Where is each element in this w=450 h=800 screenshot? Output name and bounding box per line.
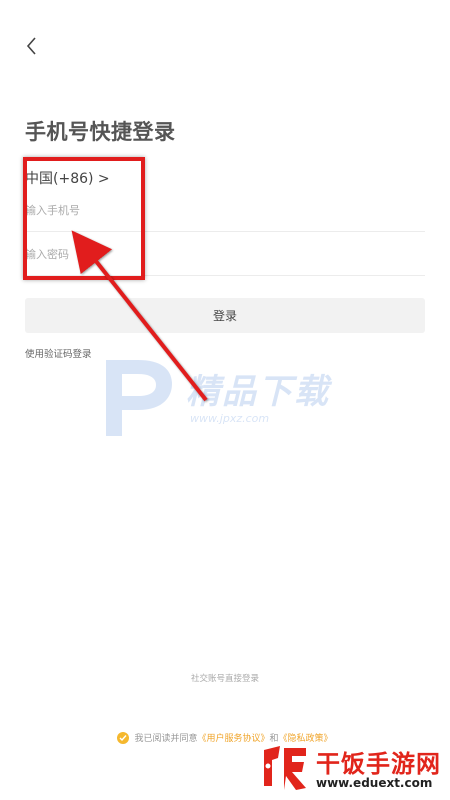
back-button[interactable] xyxy=(18,32,46,60)
login-button[interactable]: 登录 xyxy=(25,298,425,333)
agreement-prefix: 我已阅读并同意 xyxy=(134,734,198,744)
annotation-box xyxy=(23,157,145,280)
site-watermark: 干饭手游网 www.eduext.com xyxy=(258,740,448,798)
site-url: www.eduext.com xyxy=(316,776,433,790)
page-title: 手机号快捷登录 xyxy=(25,120,176,144)
agreement-checkbox[interactable] xyxy=(117,731,130,744)
watermark-url: www.jpxz.com xyxy=(190,412,270,425)
watermark-name: 精品下载 xyxy=(186,372,330,412)
site-name: 干饭手游网 xyxy=(316,750,441,778)
social-login-label: 社交账号直接登录 xyxy=(190,674,259,684)
chevron-left-icon xyxy=(26,37,36,55)
check-icon xyxy=(119,734,127,741)
sms-login-link[interactable]: 使用验证码登录 xyxy=(25,346,92,360)
site-logo-icon xyxy=(264,746,306,790)
watermark-logo-icon xyxy=(106,360,172,436)
watermark: 精品下载 www.jpxz.com xyxy=(98,352,358,442)
